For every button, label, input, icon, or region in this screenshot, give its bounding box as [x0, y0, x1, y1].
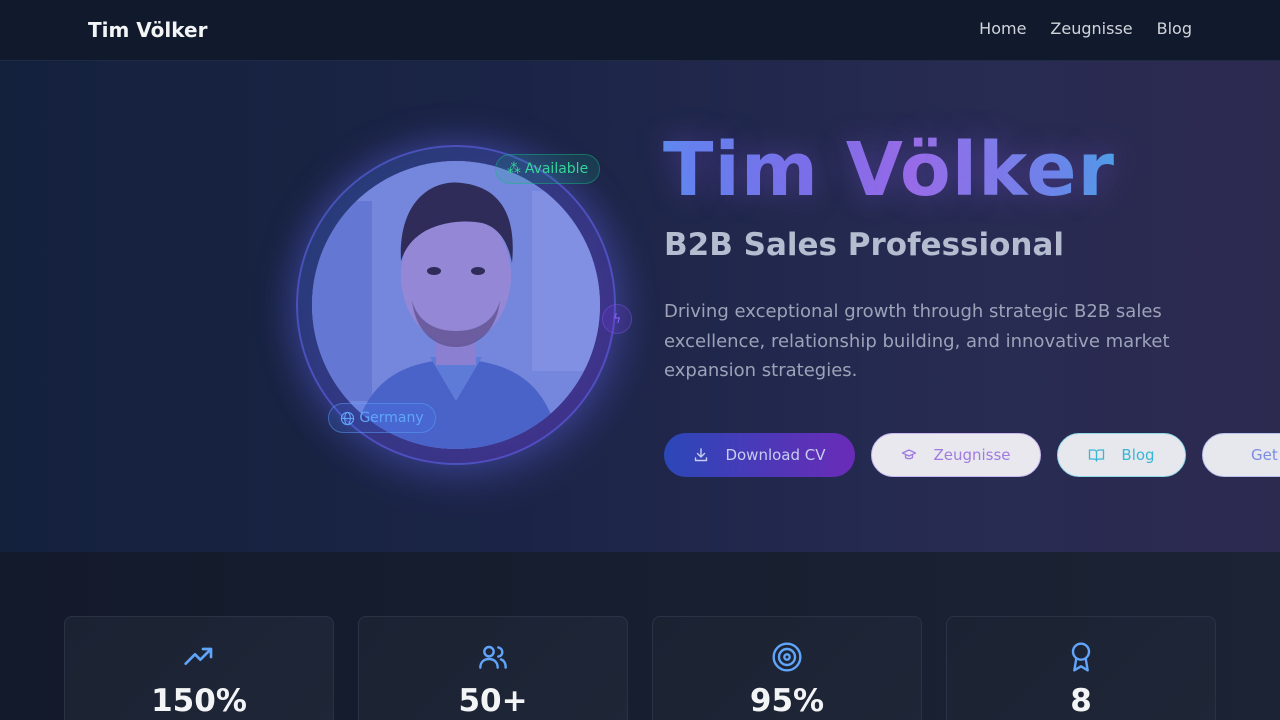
stat-value: 95% — [749, 683, 825, 719]
award-icon — [1071, 642, 1091, 672]
brand-logo-text[interactable]: Tim Völker — [88, 18, 207, 42]
hero-subtitle: B2B Sales Professional — [664, 227, 1065, 263]
zeugnisse-label: Zeugnisse — [933, 446, 1011, 464]
graduation-cap-icon — [902, 449, 917, 460]
stat-card-growth: 150% — [64, 616, 334, 720]
hero-section: ⁂ Available Germany ϟ Tim Völker B2B Sal… — [0, 61, 1280, 552]
blog-label: Blog — [1121, 446, 1155, 464]
location-badge: Germany — [328, 403, 436, 433]
nav-link-home[interactable]: Home — [979, 19, 1026, 38]
available-badge: ⁂ Available — [495, 154, 600, 184]
stat-card-target: 95% — [652, 616, 922, 720]
location-badge-label: Germany — [359, 410, 424, 426]
sparkle-icon: ⁂ — [506, 161, 521, 177]
download-cv-button[interactable]: Download CV — [664, 433, 855, 477]
hero-description: Driving exceptional growth through strat… — [664, 301, 1170, 381]
contact-label: Get in Touch — [1251, 446, 1280, 464]
stat-card-clients: 50+ — [358, 616, 628, 720]
nav-link-blog[interactable]: Blog — [1157, 19, 1192, 38]
nav-links: Home Zeugnisse Blog — [979, 19, 1192, 38]
hero-title: Tim Völker — [663, 127, 1116, 213]
target-icon — [772, 642, 802, 672]
lightning-icon: ϟ — [602, 304, 632, 334]
contact-button[interactable]: Get in Touch — [1202, 433, 1280, 477]
download-cv-label: Download CV — [725, 446, 826, 464]
zeugnisse-button[interactable]: Zeugnisse — [871, 433, 1041, 477]
stat-value: 150% — [151, 683, 247, 719]
blog-button[interactable]: Blog — [1057, 433, 1186, 477]
nav-link-zeugnisse[interactable]: Zeugnisse — [1050, 19, 1132, 38]
book-open-icon — [1089, 449, 1105, 462]
globe-icon — [341, 411, 355, 425]
stat-value: 8 — [1070, 683, 1092, 719]
stat-card-award: 8 — [946, 616, 1216, 720]
top-navbar: Tim Völker Home Zeugnisse Blog — [0, 0, 1280, 61]
stats-section: 150% 50+ 95% 8 — [0, 552, 1280, 720]
trending-up-icon — [184, 647, 213, 665]
download-icon — [695, 448, 708, 462]
available-badge-label: Available — [524, 161, 589, 177]
users-icon — [479, 645, 507, 669]
stat-value: 50+ — [458, 683, 528, 719]
